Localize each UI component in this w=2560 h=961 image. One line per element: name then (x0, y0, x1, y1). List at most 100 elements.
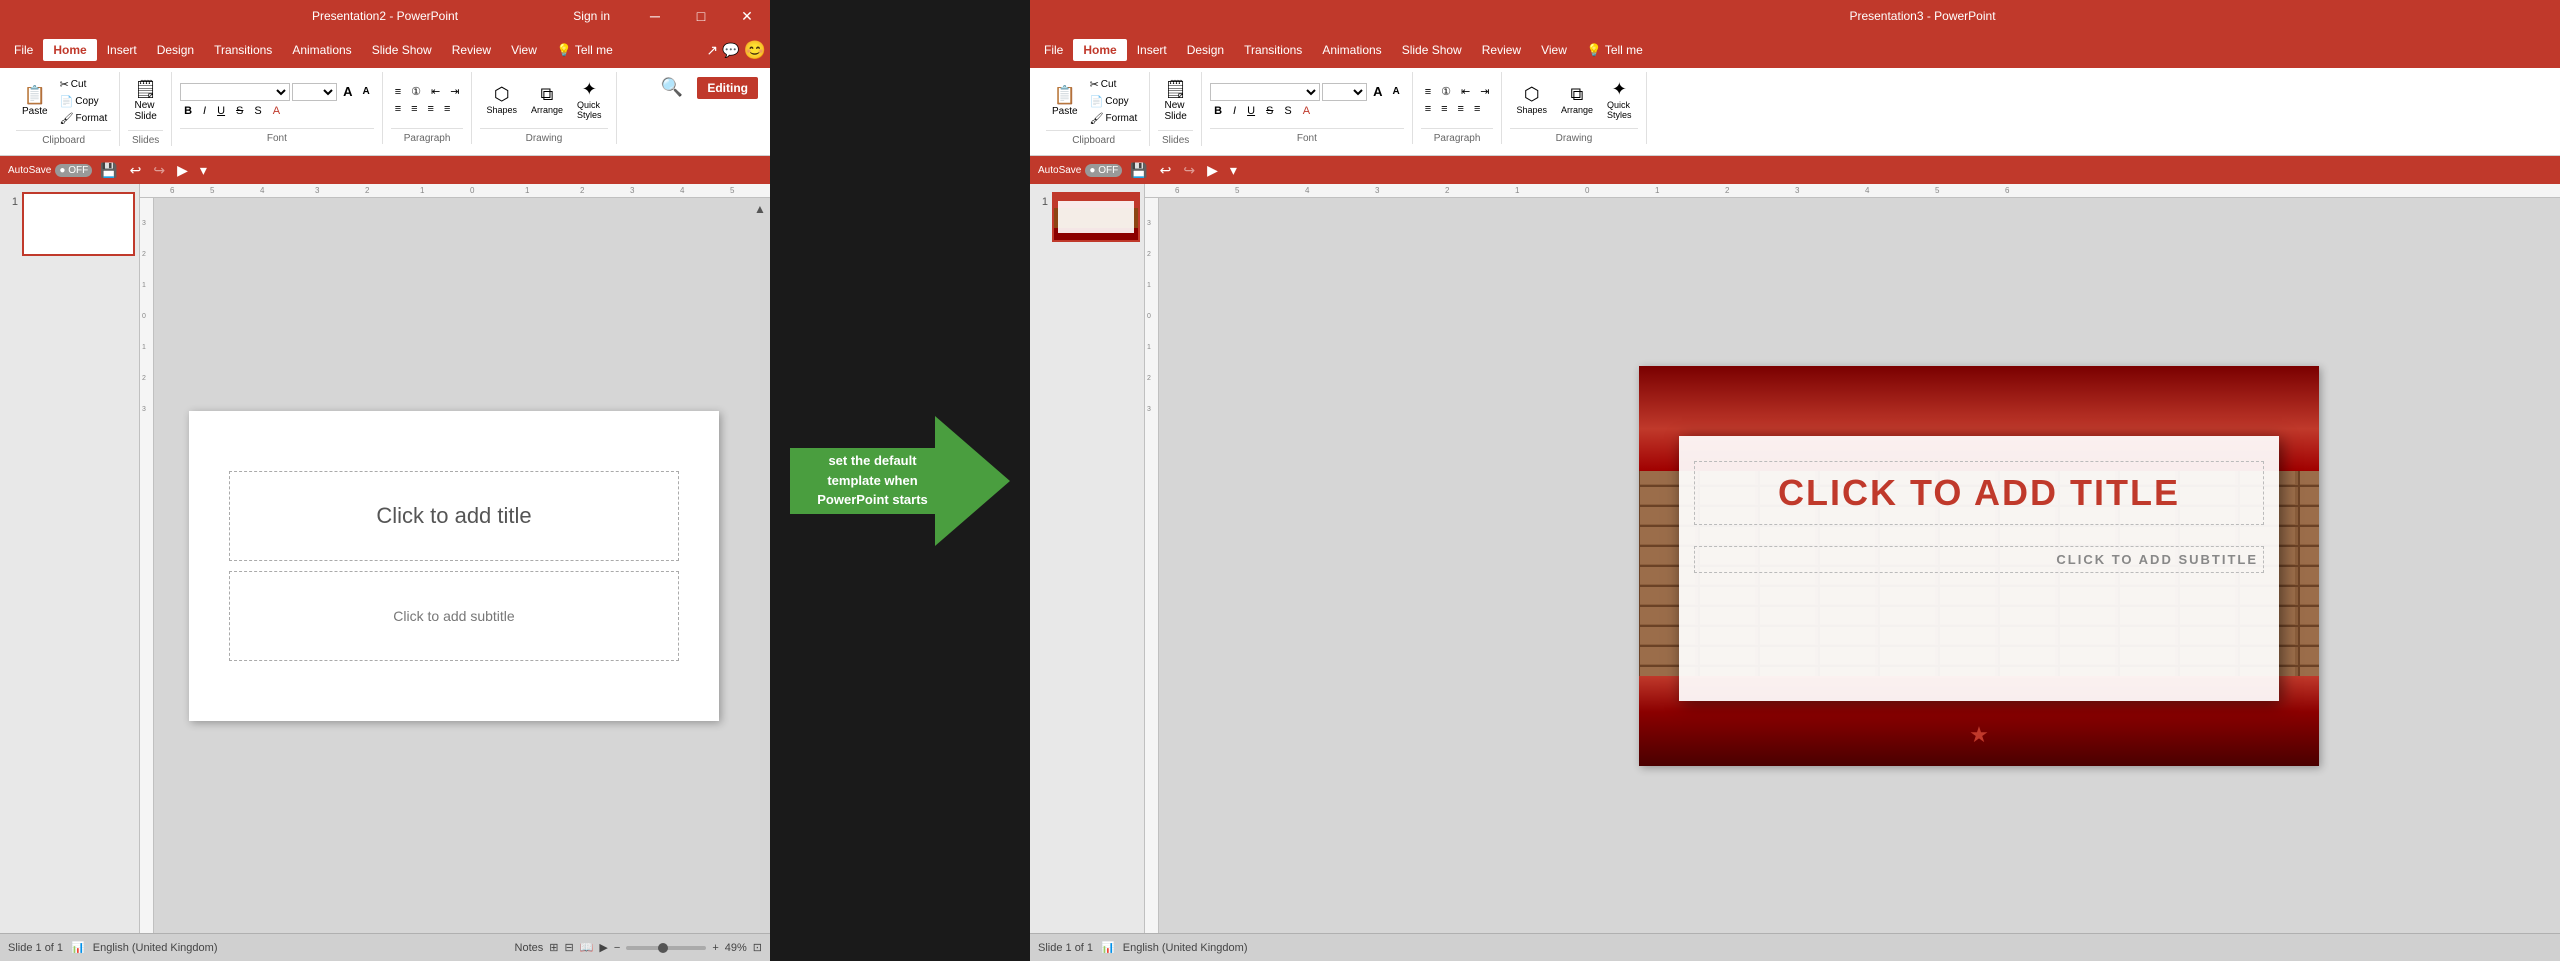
bold-btn-left[interactable]: B (180, 104, 196, 118)
shadow-btn-left[interactable]: S (250, 104, 265, 118)
menu-view-left[interactable]: View (501, 39, 547, 61)
underline-btn-left[interactable]: U (213, 104, 229, 118)
menu-home-right[interactable]: Home (1073, 39, 1126, 61)
align-right-btn[interactable]: ≡ (424, 102, 438, 116)
qa-more-right[interactable]: ▾ (1226, 160, 1241, 181)
save-btn-left[interactable]: 💾 (96, 160, 121, 181)
reading-view-btn-left[interactable]: 📖 (580, 941, 594, 954)
font-color-btn-left[interactable]: A (269, 104, 284, 118)
redo-btn-left[interactable]: ↪ (149, 160, 169, 181)
slide-info-icon-left[interactable]: 📊 (71, 941, 85, 954)
collapse-btn-left[interactable]: ▲ (754, 198, 770, 933)
justify-btn-right[interactable]: ≡ (1470, 102, 1484, 116)
numbering-btn-right[interactable]: ① (1437, 84, 1455, 99)
menu-slideshow-right[interactable]: Slide Show (1392, 39, 1472, 61)
new-slide-btn-left[interactable]: 🗒 NewSlide (128, 72, 163, 130)
underline-btn-right[interactable]: U (1243, 104, 1259, 118)
present-btn-right[interactable]: ▶ (1203, 160, 1222, 181)
undo-btn-left[interactable]: ↩ (126, 160, 146, 181)
slide-thumb-1-left[interactable] (22, 192, 135, 256)
cut-btn-right[interactable]: ✂ Cut (1086, 77, 1142, 92)
menu-home-left[interactable]: Home (43, 39, 96, 61)
autosave-toggle-right[interactable]: ● OFF (1085, 164, 1122, 177)
slide-canvas-right[interactable]: CLICK TO ADD TITLE CLICK TO ADD SUBTITLE… (1639, 366, 2319, 766)
redo-btn-right[interactable]: ↪ (1179, 160, 1199, 181)
increase-font-btn-right[interactable]: A (1369, 83, 1386, 101)
comment-icon-left[interactable]: 💬 (722, 42, 739, 59)
align-center-btn[interactable]: ≡ (407, 102, 421, 116)
decrease-font-btn[interactable]: A (358, 83, 373, 101)
cut-btn-left[interactable]: ✂ Cut (56, 77, 112, 92)
slide-canvas-left[interactable]: Click to add title Click to add subtitle (189, 411, 719, 721)
menu-animations-left[interactable]: Animations (282, 39, 361, 61)
menu-animations-right[interactable]: Animations (1312, 39, 1391, 61)
increase-indent-btn[interactable]: ⇥ (446, 84, 463, 99)
strikethrough-btn-left[interactable]: S (232, 104, 247, 118)
format-painter-btn-left[interactable]: 🖌 Format (56, 111, 112, 126)
minimize-btn-left[interactable]: ─ (632, 0, 678, 32)
paste-btn-left[interactable]: 📋 Paste (16, 72, 54, 130)
format-painter-btn-right[interactable]: 🖌 Format (1086, 111, 1142, 126)
normal-view-btn-left[interactable]: ⊞ (549, 941, 558, 954)
shapes-btn-right[interactable]: ⬡ Shapes (1510, 83, 1553, 117)
menu-tellme-right[interactable]: 💡 Tell me (1577, 39, 1653, 61)
italic-btn-right[interactable]: I (1229, 104, 1240, 118)
zoom-out-btn-left[interactable]: − (614, 942, 620, 954)
bold-btn-right[interactable]: B (1210, 104, 1226, 118)
arrange-btn-right[interactable]: ⧉ Arrange (1555, 83, 1599, 117)
increase-indent-btn-right[interactable]: ⇥ (1476, 84, 1493, 99)
strikethrough-btn-right[interactable]: S (1262, 104, 1277, 118)
font-size-right[interactable] (1322, 83, 1367, 101)
arrange-btn-left[interactable]: ⧉ Arrange (525, 83, 569, 117)
quick-styles-btn-left[interactable]: ✦ QuickStyles (571, 78, 608, 122)
save-btn-right[interactable]: 💾 (1126, 160, 1151, 181)
close-btn-left[interactable]: ✕ (724, 0, 770, 32)
menu-tellme-left[interactable]: 💡 Tell me (547, 39, 623, 61)
font-select-left[interactable] (180, 83, 290, 101)
font-select-right[interactable] (1210, 83, 1320, 101)
menu-file-left[interactable]: File (4, 39, 43, 61)
menu-review-right[interactable]: Review (1472, 39, 1531, 61)
subtitle-placeholder-left[interactable]: Click to add subtitle (229, 571, 679, 661)
present-btn-left[interactable]: ▶ (173, 160, 192, 181)
undo-btn-right[interactable]: ↩ (1156, 160, 1176, 181)
slide-info-icon-right[interactable]: 📊 (1101, 941, 1115, 954)
menu-file-right[interactable]: File (1034, 39, 1073, 61)
right-subtitle-placeholder[interactable]: CLICK TO ADD SUBTITLE (1694, 546, 2264, 573)
notes-btn-left[interactable]: Notes (515, 942, 544, 954)
menu-design-left[interactable]: Design (147, 39, 204, 61)
zoom-slider-left[interactable] (626, 946, 706, 950)
font-color-btn-right[interactable]: A (1299, 104, 1314, 118)
align-left-btn[interactable]: ≡ (391, 102, 405, 116)
font-size-left[interactable] (292, 83, 337, 101)
copy-btn-right[interactable]: 📄 Copy (1086, 94, 1142, 109)
menu-design-right[interactable]: Design (1177, 39, 1234, 61)
menu-insert-left[interactable]: Insert (97, 39, 147, 61)
title-placeholder-left[interactable]: Click to add title (229, 471, 679, 561)
new-slide-btn-right[interactable]: 🗒 NewSlide (1158, 72, 1193, 130)
numbering-btn[interactable]: ① (407, 84, 425, 99)
menu-view-right[interactable]: View (1531, 39, 1577, 61)
align-right-btn-right[interactable]: ≡ (1454, 102, 1468, 116)
quick-styles-btn-right[interactable]: ✦ QuickStyles (1601, 78, 1638, 122)
shadow-btn-right[interactable]: S (1280, 104, 1295, 118)
menu-transitions-left[interactable]: Transitions (204, 39, 282, 61)
menu-slideshow-left[interactable]: Slide Show (362, 39, 442, 61)
fit-slide-btn-left[interactable]: ⊡ (753, 941, 762, 954)
right-title-placeholder[interactable]: CLICK TO ADD TITLE (1694, 461, 2264, 525)
share-icon-left[interactable]: ↗ (706, 42, 718, 59)
bullets-btn[interactable]: ≡ (391, 84, 405, 99)
maximize-btn-left[interactable]: □ (678, 0, 724, 32)
justify-btn[interactable]: ≡ (440, 102, 454, 116)
qa-more-left[interactable]: ▾ (196, 160, 211, 181)
menu-transitions-right[interactable]: Transitions (1234, 39, 1312, 61)
autosave-toggle-left[interactable]: ● OFF (55, 164, 92, 177)
find-btn-left[interactable]: 🔍 (655, 76, 689, 100)
decrease-indent-btn[interactable]: ⇤ (427, 84, 444, 99)
sign-in-left[interactable]: Sign in (573, 9, 610, 23)
decrease-font-btn-right[interactable]: A (1388, 83, 1403, 101)
menu-insert-right[interactable]: Insert (1127, 39, 1177, 61)
italic-btn-left[interactable]: I (199, 104, 210, 118)
zoom-in-btn-left[interactable]: + (712, 942, 718, 954)
decrease-indent-btn-right[interactable]: ⇤ (1457, 84, 1474, 99)
